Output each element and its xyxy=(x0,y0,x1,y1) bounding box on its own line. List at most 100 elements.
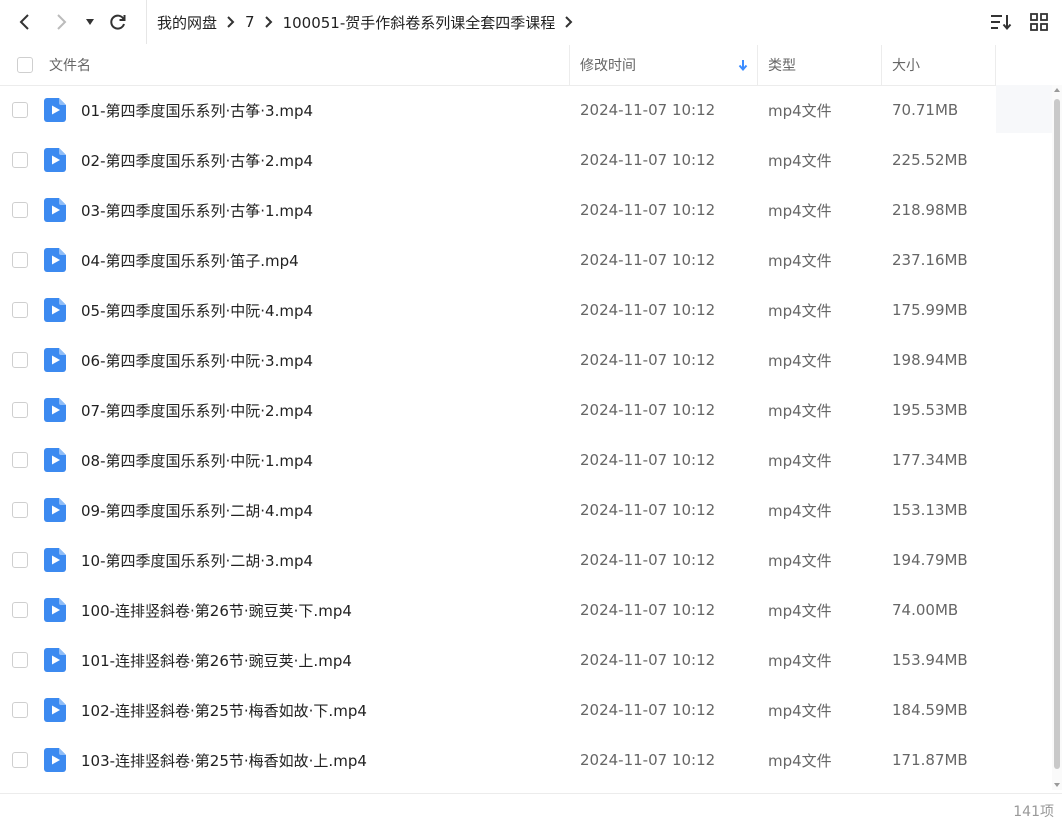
table-row[interactable]: 09-第四季度国乐系列·二胡·4.mp4 2024-11-07 10:12 mp… xyxy=(0,485,996,535)
table-row[interactable]: 02-第四季度国乐系列·古筝·2.mp4 2024-11-07 10:12 mp… xyxy=(0,135,996,185)
file-modified: 2024-11-07 10:12 xyxy=(580,101,716,119)
row-checkbox[interactable] xyxy=(12,702,28,718)
file-type: mp4文件 xyxy=(768,751,832,770)
row-checkbox[interactable] xyxy=(12,402,28,418)
file-list: 01-第四季度国乐系列·古筝·3.mp4 2024-11-07 10:12 mp… xyxy=(0,85,996,785)
file-type: mp4文件 xyxy=(768,601,832,620)
breadcrumb: 我的网盘 7 100051-贺手作斜卷系列课全套四季课程 xyxy=(146,0,583,44)
file-size: 153.94MB xyxy=(892,651,968,669)
table-row[interactable]: 100-连排竖斜卷·第26节·豌豆荚·下.mp4 2024-11-07 10:1… xyxy=(0,585,996,635)
column-header-modified[interactable]: 修改时间 xyxy=(570,45,758,85)
scroll-down-icon[interactable] xyxy=(1052,780,1062,790)
row-checkbox[interactable] xyxy=(12,352,28,368)
chevron-right-icon xyxy=(255,12,283,32)
row-checkbox[interactable] xyxy=(12,102,28,118)
file-modified: 2024-11-07 10:12 xyxy=(580,751,716,769)
row-checkbox[interactable] xyxy=(12,602,28,618)
file-type: mp4文件 xyxy=(768,201,832,220)
file-modified: 2024-11-07 10:12 xyxy=(580,251,716,269)
file-modified: 2024-11-07 10:12 xyxy=(580,151,716,169)
table-row[interactable]: 03-第四季度国乐系列·古筝·1.mp4 2024-11-07 10:12 mp… xyxy=(0,185,996,235)
row-checkbox[interactable] xyxy=(12,552,28,568)
file-type: mp4文件 xyxy=(768,351,832,370)
refresh-button[interactable] xyxy=(104,8,132,36)
video-file-icon xyxy=(44,748,66,772)
file-name: 10-第四季度国乐系列·二胡·3.mp4 xyxy=(81,551,314,570)
sort-icon xyxy=(991,15,1012,31)
row-checkbox[interactable] xyxy=(12,302,28,318)
arrow-down-icon xyxy=(738,60,748,71)
select-all-checkbox[interactable] xyxy=(17,57,33,73)
video-file-icon xyxy=(44,648,66,672)
file-name: 08-第四季度国乐系列·中阮·1.mp4 xyxy=(81,451,314,470)
row-checkbox[interactable] xyxy=(12,202,28,218)
table-row[interactable]: 07-第四季度国乐系列·中阮·2.mp4 2024-11-07 10:12 mp… xyxy=(0,385,996,435)
column-label-type: 类型 xyxy=(768,58,796,74)
file-size: 184.59MB xyxy=(892,701,968,719)
table-row[interactable]: 102-连排竖斜卷·第25节·梅香如故·下.mp4 2024-11-07 10:… xyxy=(0,685,996,735)
table-row[interactable]: 04-第四季度国乐系列·笛子.mp4 2024-11-07 10:12 mp4文… xyxy=(0,235,996,285)
chevron-left-icon xyxy=(19,14,29,30)
video-file-icon xyxy=(44,298,66,322)
file-type: mp4文件 xyxy=(768,701,832,720)
file-size: 237.16MB xyxy=(892,251,968,269)
file-size: 74.00MB xyxy=(892,601,959,619)
row-checkbox[interactable] xyxy=(12,152,28,168)
table-row[interactable]: 101-连排竖斜卷·第26节·豌豆荚·上.mp4 2024-11-07 10:1… xyxy=(0,635,996,685)
breadcrumb-item-current[interactable]: 100051-贺手作斜卷系列课全套四季课程 xyxy=(283,12,556,33)
row-checkbox[interactable] xyxy=(12,502,28,518)
file-name: 01-第四季度国乐系列·古筝·3.mp4 xyxy=(81,101,314,120)
view-toggle-button[interactable] xyxy=(1024,7,1054,37)
video-file-icon xyxy=(44,198,66,222)
file-type: mp4文件 xyxy=(768,101,832,120)
chevron-right-icon xyxy=(57,14,67,30)
table-row[interactable]: 10-第四季度国乐系列·二胡·3.mp4 2024-11-07 10:12 mp… xyxy=(0,535,996,585)
file-name: 06-第四季度国乐系列·中阮·3.mp4 xyxy=(81,351,314,370)
status-bar: 141项 xyxy=(0,793,1062,828)
file-modified: 2024-11-07 10:12 xyxy=(580,551,716,569)
file-type: mp4文件 xyxy=(768,401,832,420)
forward-button[interactable] xyxy=(48,8,76,36)
table-row[interactable]: 103-连排竖斜卷·第25节·梅香如故·上.mp4 2024-11-07 10:… xyxy=(0,735,996,785)
video-file-icon xyxy=(44,248,66,272)
scrollbar-thumb[interactable] xyxy=(1054,99,1060,769)
column-header-name[interactable]: 文件名 xyxy=(0,45,570,85)
file-size: 198.94MB xyxy=(892,351,968,369)
vertical-scrollbar[interactable] xyxy=(1052,85,1062,790)
chevron-right-icon[interactable] xyxy=(555,12,583,32)
back-button[interactable] xyxy=(10,8,38,36)
table-row[interactable]: 05-第四季度国乐系列·中阮·4.mp4 2024-11-07 10:12 mp… xyxy=(0,285,996,335)
file-name: 05-第四季度国乐系列·中阮·4.mp4 xyxy=(81,301,314,320)
row-checkbox[interactable] xyxy=(12,652,28,668)
row-checkbox[interactable] xyxy=(12,752,28,768)
file-type: mp4文件 xyxy=(768,651,832,670)
table-row[interactable]: 06-第四季度国乐系列·中阮·3.mp4 2024-11-07 10:12 mp… xyxy=(0,335,996,385)
caret-down-icon xyxy=(86,19,94,25)
video-file-icon xyxy=(44,398,66,422)
row-checkbox[interactable] xyxy=(12,252,28,268)
file-type: mp4文件 xyxy=(768,251,832,270)
file-type: mp4文件 xyxy=(768,501,832,520)
video-file-icon xyxy=(44,598,66,622)
table-row[interactable]: 01-第四季度国乐系列·古筝·3.mp4 2024-11-07 10:12 mp… xyxy=(0,85,996,135)
scroll-up-icon[interactable] xyxy=(1052,85,1062,95)
history-dropdown-button[interactable] xyxy=(78,8,102,36)
video-file-icon xyxy=(44,498,66,522)
chevron-right-icon xyxy=(217,12,245,32)
file-modified: 2024-11-07 10:12 xyxy=(580,201,716,219)
file-size: 194.79MB xyxy=(892,551,968,569)
column-header-type[interactable]: 类型 xyxy=(758,45,882,85)
table-row[interactable]: 08-第四季度国乐系列·中阮·1.mp4 2024-11-07 10:12 mp… xyxy=(0,435,996,485)
row-hover-highlight xyxy=(996,85,1052,133)
grid-view-icon xyxy=(1030,13,1048,31)
file-name: 102-连排竖斜卷·第25节·梅香如故·下.mp4 xyxy=(81,701,367,720)
file-modified: 2024-11-07 10:12 xyxy=(580,601,716,619)
file-type: mp4文件 xyxy=(768,301,832,320)
file-name: 07-第四季度国乐系列·中阮·2.mp4 xyxy=(81,401,314,420)
breadcrumb-item-folder[interactable]: 7 xyxy=(245,13,255,31)
file-modified: 2024-11-07 10:12 xyxy=(580,651,716,669)
sort-button[interactable] xyxy=(986,7,1016,37)
breadcrumb-item-root[interactable]: 我的网盘 xyxy=(157,12,217,33)
row-checkbox[interactable] xyxy=(12,452,28,468)
column-header-size[interactable]: 大小 xyxy=(882,45,996,85)
